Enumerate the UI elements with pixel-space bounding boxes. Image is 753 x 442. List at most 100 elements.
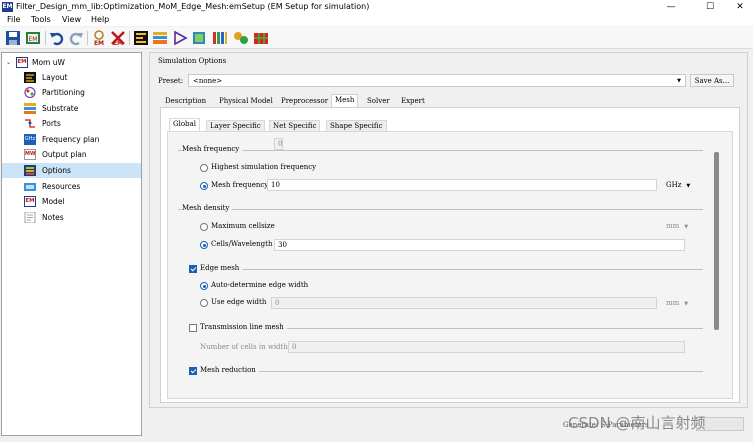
global-subtab-content: Mesh frequency Highest simulation freque… (167, 131, 733, 399)
label-maximum-cellsize: Maximum cellsize (211, 222, 275, 230)
close-button[interactable]: ✕ (730, 0, 750, 14)
options-panel: Simulation Options Preset: <none> ▼ Save… (149, 52, 748, 408)
subtab-layer-specific[interactable]: Layer Specific (206, 120, 265, 131)
window-title: Filter_Design_mm_lib:Optimization_MoM_Ed… (16, 2, 370, 11)
tab-expert[interactable]: Expert (398, 96, 428, 107)
tree-item-resources[interactable]: Resources (2, 179, 141, 194)
group-title-edge-mesh: Edge mesh (200, 264, 243, 272)
model-icon[interactable] (191, 30, 207, 46)
group-title-transmission-line-mesh: Transmission line mesh (200, 323, 287, 331)
em-icon: EM (16, 57, 28, 68)
tree-item-model[interactable]: EM Model (2, 194, 141, 209)
menu-tools[interactable]: Tools (31, 14, 51, 26)
scrollbar-thumb[interactable] (714, 152, 719, 330)
save-as-button[interactable]: Save As... (690, 74, 734, 87)
em-export-icon[interactable]: EM (25, 30, 41, 46)
preset-value: <none> (193, 77, 223, 85)
group-title-mesh-reduction: Mesh reduction (200, 366, 259, 374)
partitioning-icon (24, 87, 36, 98)
tree-item-label: Output plan (42, 150, 87, 159)
tree-item-label: Resources (42, 182, 81, 191)
tab-physical-model[interactable]: Physical Model (216, 96, 276, 107)
radio-auto-edge-width[interactable] (200, 282, 208, 290)
ports-icon (25, 119, 35, 128)
section-title: Simulation Options (158, 57, 227, 65)
menu-view[interactable]: View (62, 14, 81, 26)
tree-item-label: Notes (42, 213, 64, 222)
tree-item-notes[interactable]: Notes (2, 210, 141, 225)
menu-file[interactable]: File (7, 14, 20, 26)
tree-item-layout[interactable]: Layout (2, 70, 141, 85)
minimize-button[interactable]: — (661, 0, 681, 14)
preset-label: Preset: (158, 77, 184, 85)
redo-icon[interactable] (68, 30, 84, 46)
tab-solver[interactable]: Solver (364, 96, 393, 107)
tree-item-label: Substrate (42, 104, 79, 113)
tree-item-ports[interactable]: Ports (2, 116, 141, 131)
group-title-mesh-frequency: Mesh frequency (182, 145, 243, 153)
mesh-icon[interactable] (253, 30, 269, 46)
undo-icon[interactable] (49, 30, 65, 46)
substrate-icon (24, 103, 36, 114)
tab-description[interactable]: Description (162, 96, 209, 107)
tree-item-output-plan[interactable]: MW Output plan (2, 147, 141, 162)
dropdown-arrow-icon: ▼ (684, 224, 689, 230)
em-stop-icon[interactable]: EM (110, 30, 126, 46)
model-icon: EM (24, 196, 36, 207)
tree-item-substrate[interactable]: Substrate (2, 101, 141, 116)
options-icon[interactable] (212, 30, 228, 46)
partition-icon[interactable] (233, 30, 249, 46)
tree-root-mom-uw[interactable]: ⌄ EM Mom uW (2, 55, 141, 70)
checkbox-mesh-reduction[interactable] (189, 367, 197, 375)
svg-text:EM: EM (113, 40, 123, 46)
dropdown-arrow-icon: ▼ (686, 183, 691, 189)
toolbar: EM EM EM (0, 27, 753, 49)
subtab-net-specific[interactable]: Net Specific (269, 120, 321, 131)
maximize-button[interactable]: ☐ (700, 0, 720, 14)
radio-maximum-cellsize[interactable] (200, 223, 208, 231)
checkbox-edge-mesh[interactable] (189, 265, 197, 273)
title-bar: EM Filter_Design_mm_lib:Optimization_MoM… (0, 0, 753, 14)
tree-item-options[interactable]: Options (2, 163, 141, 178)
cells-per-wavelength-input[interactable]: 30 (274, 239, 685, 251)
preset-select[interactable]: <none> ▼ (188, 74, 686, 87)
maximum-cellsize-input[interactable]: 0 (274, 138, 284, 150)
group-divider (250, 371, 703, 372)
cells-in-width-input[interactable]: 0 (288, 341, 685, 353)
dropdown-arrow-icon: ▼ (677, 78, 681, 84)
edge-width-input[interactable]: 0 (271, 297, 657, 309)
cellsize-unit-select[interactable]: mm ▼ (666, 222, 688, 230)
radio-cells-per-wavelength[interactable] (200, 241, 208, 249)
subtab-global[interactable]: Global (169, 118, 200, 131)
menu-help[interactable]: Help (91, 14, 109, 26)
watermark: CSDN @南山言射频 (568, 414, 706, 432)
substrate-icon[interactable] (152, 30, 168, 46)
radio-highest-frequency[interactable] (200, 164, 208, 172)
tree-item-frequency-plan[interactable]: GHz Frequency plan (2, 132, 141, 147)
svg-text:EM: EM (94, 40, 104, 46)
frequency-plan-icon: GHz (24, 134, 36, 145)
radio-mesh-frequency[interactable] (200, 182, 208, 190)
group-divider (178, 150, 703, 151)
tab-mesh[interactable]: Mesh (331, 94, 359, 107)
expander-icon[interactable]: ⌄ (6, 55, 11, 70)
vertical-scrollbar[interactable] (714, 140, 720, 388)
tree-item-partitioning[interactable]: Partitioning (2, 85, 141, 100)
layout-icon[interactable] (133, 30, 149, 46)
save-icon[interactable] (5, 30, 21, 46)
menu-bar: File Tools View Help (0, 14, 753, 26)
tree-item-label: Layout (42, 73, 68, 82)
mesh-frequency-input[interactable]: 10 (267, 179, 657, 191)
label-auto-edge-width: Auto-determine edge width (211, 281, 309, 289)
tab-preprocessor[interactable]: Preprocessor (278, 96, 331, 107)
tree-item-label: Model (42, 197, 65, 206)
frequency-unit-select[interactable]: GHz ▼ (666, 181, 690, 189)
port-icon[interactable] (172, 30, 188, 46)
edge-width-unit-select[interactable]: mm ▼ (666, 299, 688, 307)
subtab-shape-specific[interactable]: Shape Specific (326, 120, 387, 131)
resources-icon (24, 183, 36, 191)
checkbox-transmission-line-mesh[interactable] (189, 324, 197, 332)
radio-use-edge-width[interactable] (200, 299, 208, 307)
tree-item-label: Ports (42, 119, 61, 128)
em-simulate-icon[interactable]: EM (91, 30, 107, 46)
